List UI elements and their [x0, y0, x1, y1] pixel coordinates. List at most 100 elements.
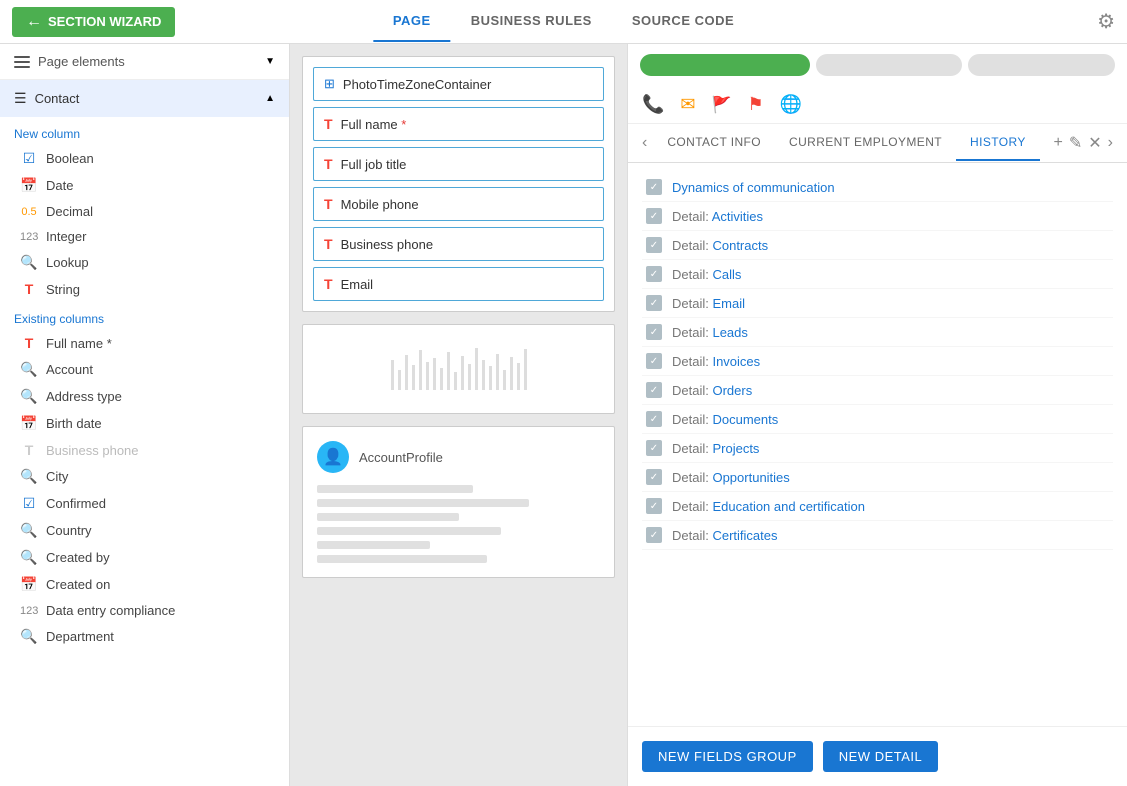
contracts-checkbox[interactable]: ✓ [646, 237, 662, 253]
chevron-up-icon: ▲ [265, 93, 275, 104]
dynamics-label: Dynamics of communication [672, 180, 835, 195]
education-checkbox[interactable]: ✓ [646, 498, 662, 514]
sidebar-item-decimal[interactable]: 0.5 Decimal [0, 199, 289, 224]
email-checkbox[interactable]: ✓ [646, 295, 662, 311]
history-item-education[interactable]: ✓ Detail: Education and certification [642, 492, 1113, 521]
leads-checkbox[interactable]: ✓ [646, 324, 662, 340]
addresstype-type-icon: 🔍 [20, 388, 38, 405]
nav-tabs: PAGE BUSINESS RULES SOURCE CODE [373, 1, 754, 42]
projects-checkbox[interactable]: ✓ [646, 440, 662, 456]
sidebar-item-createdby[interactable]: 🔍 Created by [0, 544, 289, 571]
sidebar-item-birthdate[interactable]: 📅 Birth date [0, 410, 289, 437]
calls-checkbox[interactable]: ✓ [646, 266, 662, 282]
dataentry-label: Data entry compliance [46, 603, 175, 618]
contact-icon: ☰ [14, 90, 27, 107]
documents-checkbox[interactable]: ✓ [646, 411, 662, 427]
dynamics-checkbox[interactable]: ✓ [646, 179, 662, 195]
canvas-field-fulljob[interactable]: T Full job title [313, 147, 604, 181]
mobilephone-field-label: Mobile phone [341, 197, 419, 212]
confirmed-type-icon: ☑ [20, 495, 38, 512]
certificates-checkbox[interactable]: ✓ [646, 527, 662, 543]
email-icon[interactable]: ✉ [680, 94, 695, 115]
history-item-documents[interactable]: ✓ Detail: Documents [642, 405, 1113, 434]
tab-history[interactable]: HISTORY [956, 125, 1040, 161]
settings-icon[interactable]: ⚙ [1097, 11, 1115, 33]
history-item-contracts[interactable]: ✓ Detail: Contracts [642, 231, 1113, 260]
panel-tab-prev-btn[interactable]: ‹ [636, 124, 653, 162]
sidebar-item-businessphone[interactable]: T Business phone [0, 437, 289, 463]
sidebar-item-dataentry[interactable]: 123 Data entry compliance [0, 598, 289, 623]
birthdate-type-icon: 📅 [20, 415, 38, 432]
history-item-calls[interactable]: ✓ Detail: Calls [642, 260, 1113, 289]
history-item-opportunities[interactable]: ✓ Detail: Opportunities [642, 463, 1113, 492]
history-list: ✓ Dynamics of communication ✓ Detail: Ac… [628, 163, 1127, 726]
section-wizard-button[interactable]: ← SECTION WIZARD [12, 7, 175, 37]
orders-checkbox[interactable]: ✓ [646, 382, 662, 398]
new-detail-button[interactable]: NEW DETAIL [823, 741, 939, 772]
canvas-field-email[interactable]: T Email [313, 267, 604, 301]
panel-tab-actions: + ✎ ✕ [1054, 133, 1102, 153]
businessphone-type-icon: T [20, 442, 38, 458]
history-item-projects[interactable]: ✓ Detail: Projects [642, 434, 1113, 463]
history-item-orders[interactable]: ✓ Detail: Orders [642, 376, 1113, 405]
close-tab-button[interactable]: ✕ [1088, 133, 1101, 153]
contact-section-header[interactable]: ☰ Contact ▲ [0, 80, 289, 117]
opportunities-checkbox[interactable]: ✓ [646, 469, 662, 485]
new-fields-group-button[interactable]: NEW FIELDS GROUP [642, 741, 813, 772]
history-item-certificates[interactable]: ✓ Detail: Certificates [642, 521, 1113, 550]
canvas-field-mobilephone[interactable]: T Mobile phone [313, 187, 604, 221]
sidebar-item-lookup[interactable]: 🔍 Lookup [0, 249, 289, 276]
account-label: Account [46, 362, 93, 377]
canvas-field-phototimezone[interactable]: ⊞ PhotoTimeZoneContainer [313, 67, 604, 101]
invoices-checkbox[interactable]: ✓ [646, 353, 662, 369]
activities-checkbox[interactable]: ✓ [646, 208, 662, 224]
right-panel: 📞 ✉ 🚩 ⚑ 🌐 ‹ CONTACT INFO CURRENT EMPLOYM… [627, 44, 1127, 786]
tab-contact-info[interactable]: CONTACT INFO [653, 125, 775, 161]
sidebar: Page elements ▼ ☰ Contact ▲ New column ☑… [0, 44, 290, 786]
birthdate-label: Birth date [46, 416, 102, 431]
flag-icon[interactable]: ⚑ [747, 94, 763, 115]
createdby-label: Created by [46, 550, 110, 565]
calls-label: Detail: Calls [672, 267, 741, 282]
department-type-icon: 🔍 [20, 628, 38, 645]
hamburger-icon [14, 56, 30, 68]
page-elements-header[interactable]: Page elements ▼ [0, 44, 289, 80]
history-item-dynamics[interactable]: ✓ Dynamics of communication [642, 173, 1113, 202]
country-type-icon: 🔍 [20, 522, 38, 539]
web-icon[interactable]: 🌐 [780, 94, 802, 115]
history-item-email[interactable]: ✓ Detail: Email [642, 289, 1113, 318]
add-tab-button[interactable]: + [1054, 134, 1063, 152]
sidebar-item-account[interactable]: 🔍 Account [0, 356, 289, 383]
chat-bubble-icon[interactable]: 🚩 [712, 95, 732, 115]
panel-tab-next-btn[interactable]: › [1102, 124, 1119, 162]
tab-source-code[interactable]: SOURCE CODE [612, 1, 754, 42]
history-item-invoices[interactable]: ✓ Detail: Invoices [642, 347, 1113, 376]
decimal-icon: 0.5 [20, 206, 38, 218]
edit-tab-button[interactable]: ✎ [1069, 133, 1082, 153]
history-item-leads[interactable]: ✓ Detail: Leads [642, 318, 1113, 347]
tab-business-rules[interactable]: BUSINESS RULES [451, 1, 612, 42]
history-item-activities[interactable]: ✓ Detail: Activities [642, 202, 1113, 231]
sidebar-item-country[interactable]: 🔍 Country [0, 517, 289, 544]
tab-current-employment[interactable]: CURRENT EMPLOYMENT [775, 125, 956, 161]
contact-label: Contact [35, 91, 80, 106]
sidebar-item-createdon[interactable]: 📅 Created on [0, 571, 289, 598]
sidebar-item-integer[interactable]: 123 Integer [0, 224, 289, 249]
sidebar-item-boolean[interactable]: ☑ Boolean [0, 145, 289, 172]
sidebar-item-addresstype[interactable]: 🔍 Address type [0, 383, 289, 410]
email-field-icon: T [324, 276, 333, 292]
sidebar-item-city[interactable]: 🔍 City [0, 463, 289, 490]
projects-label: Detail: Projects [672, 441, 759, 456]
tab-page[interactable]: PAGE [373, 1, 451, 42]
phototimezone-icon: ⊞ [324, 76, 335, 92]
sidebar-item-date[interactable]: 📅 Date [0, 172, 289, 199]
boolean-icon: ☑ [20, 150, 38, 167]
canvas-field-businessphone[interactable]: T Business phone [313, 227, 604, 261]
sidebar-item-department[interactable]: 🔍 Department [0, 623, 289, 650]
sidebar-item-confirmed[interactable]: ☑ Confirmed [0, 490, 289, 517]
page-elements-label: Page elements [38, 54, 125, 69]
sidebar-item-string[interactable]: T String [0, 276, 289, 302]
canvas-field-fullname[interactable]: T Full name * [313, 107, 604, 141]
sidebar-item-fullname[interactable]: T Full name * [0, 330, 289, 356]
phone-icon[interactable]: 📞 [642, 94, 664, 115]
